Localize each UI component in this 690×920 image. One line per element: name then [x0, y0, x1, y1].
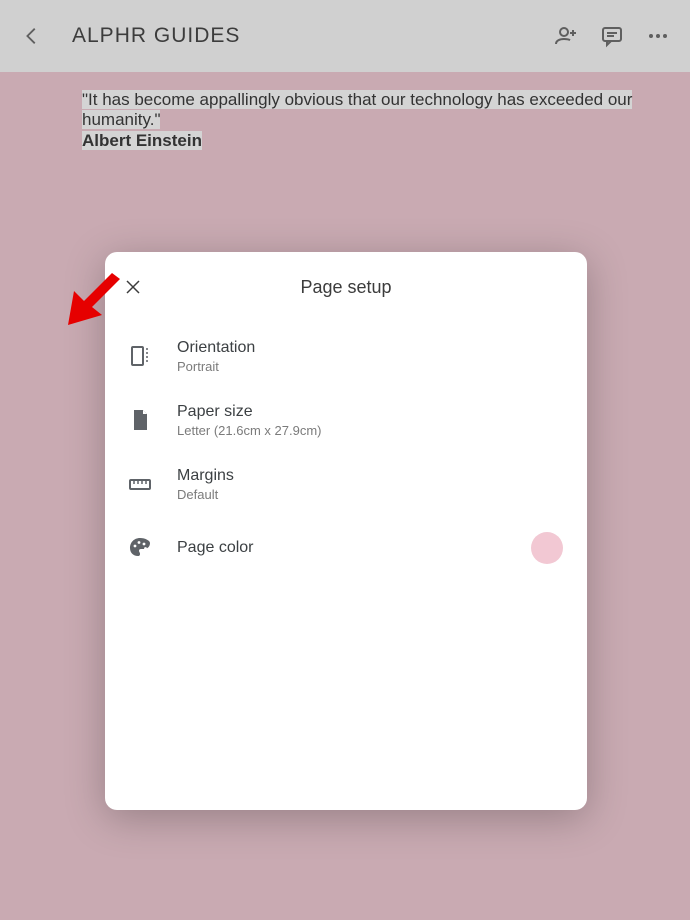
person-add-icon: [554, 24, 578, 48]
paper-size-label: Paper size: [177, 403, 563, 421]
page-color-text: Page color: [177, 539, 507, 557]
orientation-label: Orientation: [177, 339, 563, 357]
page-area: "It has become appallingly obvious that …: [0, 72, 690, 920]
orientation-text: Orientation Portrait: [177, 339, 563, 374]
orientation-value: Portrait: [177, 359, 563, 374]
page-color-icon: [127, 535, 153, 561]
document-text: "It has become appallingly obvious that …: [82, 90, 685, 151]
margins-row[interactable]: Margins Default: [105, 452, 587, 516]
quote-text: "It has become appallingly obvious that …: [82, 90, 632, 129]
back-button[interactable]: [18, 22, 46, 50]
orientation-row[interactable]: Orientation Portrait: [105, 324, 587, 388]
close-button[interactable]: [113, 267, 153, 307]
dialog-title: Page setup: [105, 277, 587, 298]
more-horizontal-icon: [646, 24, 670, 48]
close-icon: [124, 278, 142, 296]
page-color-label: Page color: [177, 539, 507, 557]
paper-size-icon: [127, 407, 153, 433]
orientation-icon: [127, 343, 153, 369]
margins-icon: [127, 471, 153, 497]
margins-label: Margins: [177, 467, 563, 485]
page-setup-dialog: Page setup Orientation Portrait Paper si…: [105, 252, 587, 810]
comment-icon: [600, 24, 624, 48]
page-color-swatch[interactable]: [531, 532, 563, 564]
paper-size-text: Paper size Letter (21.6cm x 27.9cm): [177, 403, 563, 438]
dialog-list: Orientation Portrait Paper size Letter (…: [105, 324, 587, 580]
page-color-row[interactable]: Page color: [105, 516, 587, 580]
more-button[interactable]: [644, 22, 672, 50]
dialog-header: Page setup: [105, 264, 587, 310]
paper-size-row[interactable]: Paper size Letter (21.6cm x 27.9cm): [105, 388, 587, 452]
margins-text: Margins Default: [177, 467, 563, 502]
author-text: Albert Einstein: [82, 131, 202, 150]
document-title[interactable]: ALPHR GUIDES: [72, 24, 534, 48]
chevron-left-icon: [21, 25, 43, 47]
margins-value: Default: [177, 487, 563, 502]
paper-size-value: Letter (21.6cm x 27.9cm): [177, 423, 563, 438]
share-button[interactable]: [552, 22, 580, 50]
comment-button[interactable]: [598, 22, 626, 50]
top-app-bar: ALPHR GUIDES: [0, 0, 690, 72]
